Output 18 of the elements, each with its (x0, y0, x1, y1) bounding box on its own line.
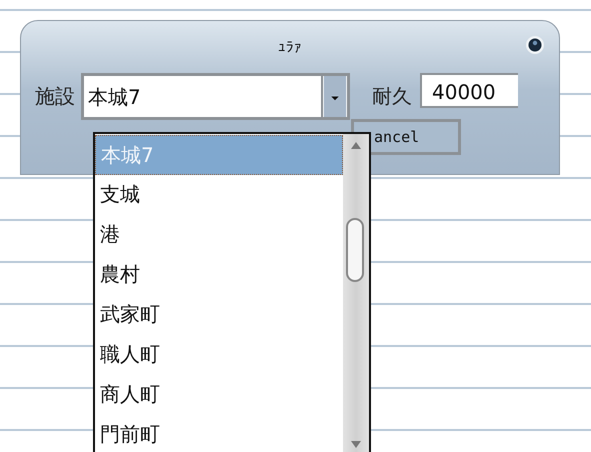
dialog-title: ｭﾗｧ (278, 38, 302, 56)
dropdown-arrow-icon[interactable] (321, 76, 347, 117)
dropdown-item[interactable]: 武家町 (95, 295, 343, 335)
scroll-down-icon[interactable] (350, 440, 362, 450)
dropdown-item[interactable]: 港 (95, 215, 343, 255)
dropdown-item[interactable]: 門前町 (95, 415, 343, 452)
facility-label: 施設 (35, 83, 75, 110)
dropdown-item[interactable]: 職人町 (95, 335, 343, 375)
scroll-up-icon[interactable] (350, 140, 362, 150)
dropdown-item[interactable]: 支城 (95, 175, 343, 215)
scroll-thumb[interactable] (346, 218, 364, 282)
dropdown-item[interactable]: 商人町 (95, 375, 343, 415)
durability-label: 耐久 (372, 83, 412, 110)
scrollbar[interactable] (343, 134, 369, 452)
durability-field[interactable]: 40000 (420, 73, 518, 108)
close-icon[interactable] (525, 35, 545, 55)
dropdown-item[interactable]: 農村 (95, 255, 343, 295)
facility-combo-box[interactable]: 本城7 (81, 73, 350, 120)
